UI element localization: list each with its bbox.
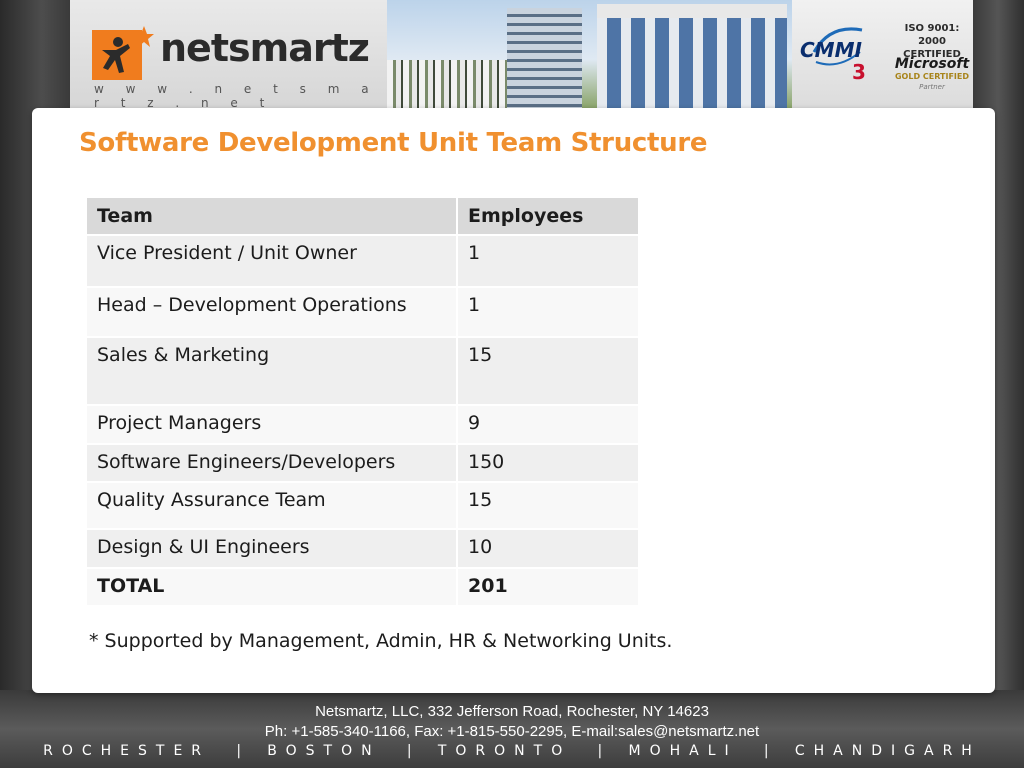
slide-content-card: Software Development Unit Team Structure… <box>32 108 995 693</box>
footer-city-list: ROCHESTER | BOSTON | TORONTO | MOHALI | … <box>0 743 1024 759</box>
team-cell: Sales & Marketing <box>87 338 456 404</box>
employees-cell: 150 <box>458 445 638 481</box>
employees-cell: 1 <box>458 288 638 336</box>
table-header-row: Team Employees <box>87 198 638 234</box>
team-cell: Vice President / Unit Owner <box>87 236 456 286</box>
team-structure-table: Team Employees Vice President / Unit Own… <box>85 196 640 607</box>
city-rochester: ROCHESTER <box>43 743 211 759</box>
footnote: * Supported by Management, Admin, HR & N… <box>89 630 673 652</box>
table-row: Quality Assurance Team 15 <box>87 483 638 528</box>
header-photo-strip <box>387 0 792 108</box>
logo-panel: netsmartz w w w . n e t s m a r t z . n … <box>70 0 387 110</box>
microsoft-partner: Partner <box>919 83 945 91</box>
column-header-employees: Employees <box>458 198 638 234</box>
team-cell: Design & UI Engineers <box>87 530 456 567</box>
employees-cell: 15 <box>458 338 638 404</box>
microsoft-gold-certified: GOLD CERTIFIED <box>894 72 969 81</box>
city-boston: BOSTON <box>267 743 381 759</box>
employees-cell: 9 <box>458 406 638 443</box>
cmmi-level: 3 <box>852 60 866 84</box>
city-separator: | <box>236 743 242 759</box>
table-row: Head – Development Operations 1 <box>87 288 638 336</box>
cmmi-logo: CMMI <box>800 38 862 62</box>
logo-wordmark: netsmartz <box>160 26 370 70</box>
office-building-photo <box>597 4 787 108</box>
iso-line-1: ISO 9001: 2000 <box>904 23 960 47</box>
footer-address-block: Netsmartz, LLC, 332 Jefferson Road, Roch… <box>0 702 1024 742</box>
employees-cell: 15 <box>458 483 638 528</box>
team-cell: Quality Assurance Team <box>87 483 456 528</box>
city-toronto: TORONTO <box>437 743 572 759</box>
team-cell: Software Engineers/Developers <box>87 445 456 481</box>
team-cell: Head – Development Operations <box>87 288 456 336</box>
logo-url: w w w . n e t s m a r t z . n e t <box>94 82 378 110</box>
city-chandigarh: CHANDIGARH <box>794 743 981 759</box>
footer-contact: Ph: +1-585-340-1166, Fax: +1-815-550-229… <box>264 723 760 740</box>
microsoft-logo: Microsoft <box>894 56 970 72</box>
city-separator: | <box>763 743 769 759</box>
certification-badges: CMMI 3 ISO 9001: 2000 CERTIFIED Microsof… <box>792 0 973 108</box>
city-mohali: MOHALI <box>628 743 738 759</box>
table-row: Design & UI Engineers 10 <box>87 530 638 567</box>
table-row: Vice President / Unit Owner 1 <box>87 236 638 286</box>
netsmartz-logo-icon <box>92 26 154 80</box>
city-separator: | <box>597 743 603 759</box>
table-row: Software Engineers/Developers 150 <box>87 445 638 481</box>
city-separator: | <box>406 743 412 759</box>
footer-address: Netsmartz, LLC, 332 Jefferson Road, Roch… <box>315 703 709 720</box>
table-row: Sales & Marketing 15 <box>87 338 638 404</box>
employees-cell: 10 <box>458 530 638 567</box>
total-value-cell: 201 <box>458 569 638 605</box>
employees-cell: 1 <box>458 236 638 286</box>
slide-title: Software Development Unit Team Structure <box>79 128 708 158</box>
total-row: TOTAL 201 <box>87 569 638 605</box>
table-row: Project Managers 9 <box>87 406 638 443</box>
office-building-roof <box>597 4 787 18</box>
total-label-cell: TOTAL <box>87 569 456 605</box>
header-banner: netsmartz w w w . n e t s m a r t z . n … <box>70 0 973 110</box>
building-photo <box>507 8 582 108</box>
column-header-team: Team <box>87 198 456 234</box>
team-cell: Project Managers <box>87 406 456 443</box>
